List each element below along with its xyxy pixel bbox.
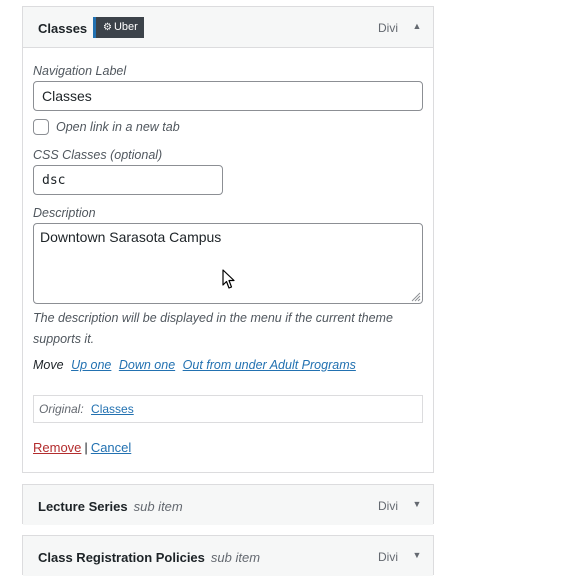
menu-item-title-text: Lecture Series: [38, 499, 128, 514]
item-actions: Remove | Cancel: [33, 440, 131, 455]
menu-item-type: Divi: [378, 499, 398, 513]
move-up-one-link[interactable]: Up one: [71, 358, 111, 372]
menu-item-title-text: Class Registration Policies: [38, 550, 205, 565]
gear-icon: ⚙: [103, 22, 112, 33]
menu-item-lecture-series: Lecture Series sub item Divi ▼: [22, 484, 434, 525]
arrow-down-icon[interactable]: ▼: [411, 497, 423, 511]
description-label: Description: [33, 206, 96, 220]
menu-item-classes: Classes ⚙Uber Divi ▲ Navigation Label Op…: [22, 6, 434, 473]
new-tab-checkbox[interactable]: [33, 119, 49, 135]
menu-item-title: Lecture Series sub item: [38, 499, 183, 514]
css-classes-input[interactable]: [33, 165, 223, 195]
description-textarea[interactable]: Downtown Sarasota Campus: [33, 223, 423, 304]
original-box: Original: Classes: [33, 395, 423, 423]
cancel-link[interactable]: Cancel: [91, 440, 131, 455]
move-label: Move: [33, 358, 64, 372]
menu-item-title: Class Registration Policies sub item: [38, 550, 260, 565]
description-help-text: The description will be displayed in the…: [33, 311, 393, 346]
mouse-cursor-icon: [222, 269, 235, 289]
uber-badge[interactable]: ⚙ Uber: [93, 17, 144, 38]
remove-link[interactable]: Remove: [33, 440, 81, 455]
arrow-down-icon[interactable]: ▼: [411, 548, 423, 562]
resize-grip-icon[interactable]: [411, 292, 421, 302]
sub-item-label: sub item: [133, 499, 183, 514]
navigation-label-input[interactable]: [33, 81, 423, 111]
move-row: Move Up one Down one Out from under Adul…: [33, 358, 356, 372]
arrow-up-icon[interactable]: ▲: [411, 19, 423, 33]
move-out-from-under-link[interactable]: Out from under Adult Programs: [183, 358, 356, 372]
menu-item-handle[interactable]: Lecture Series sub item Divi ▼: [23, 485, 433, 525]
menu-item-handle[interactable]: Classes ⚙ Uber Divi ▲: [23, 7, 433, 48]
uber-badge-label: Uber: [113, 21, 138, 33]
action-separator: |: [84, 440, 88, 455]
navigation-label-label: Navigation Label: [33, 64, 127, 78]
css-classes-label: CSS Classes (optional): [33, 148, 163, 162]
sub-item-label: sub item: [210, 550, 261, 565]
original-link[interactable]: Classes: [91, 402, 134, 416]
menu-item-type: Divi: [378, 21, 398, 35]
menu-item-class-registration-policies: Class Registration Policies sub item Divi…: [22, 535, 434, 576]
menu-item-title: Classes: [38, 21, 88, 36]
new-tab-label: Open link in a new tab: [56, 120, 180, 134]
menu-item-type: Divi: [378, 550, 398, 564]
move-down-one-link[interactable]: Down one: [119, 358, 175, 372]
original-label: Original:: [39, 402, 84, 416]
menu-item-handle[interactable]: Class Registration Policies sub item Divi…: [23, 536, 433, 576]
